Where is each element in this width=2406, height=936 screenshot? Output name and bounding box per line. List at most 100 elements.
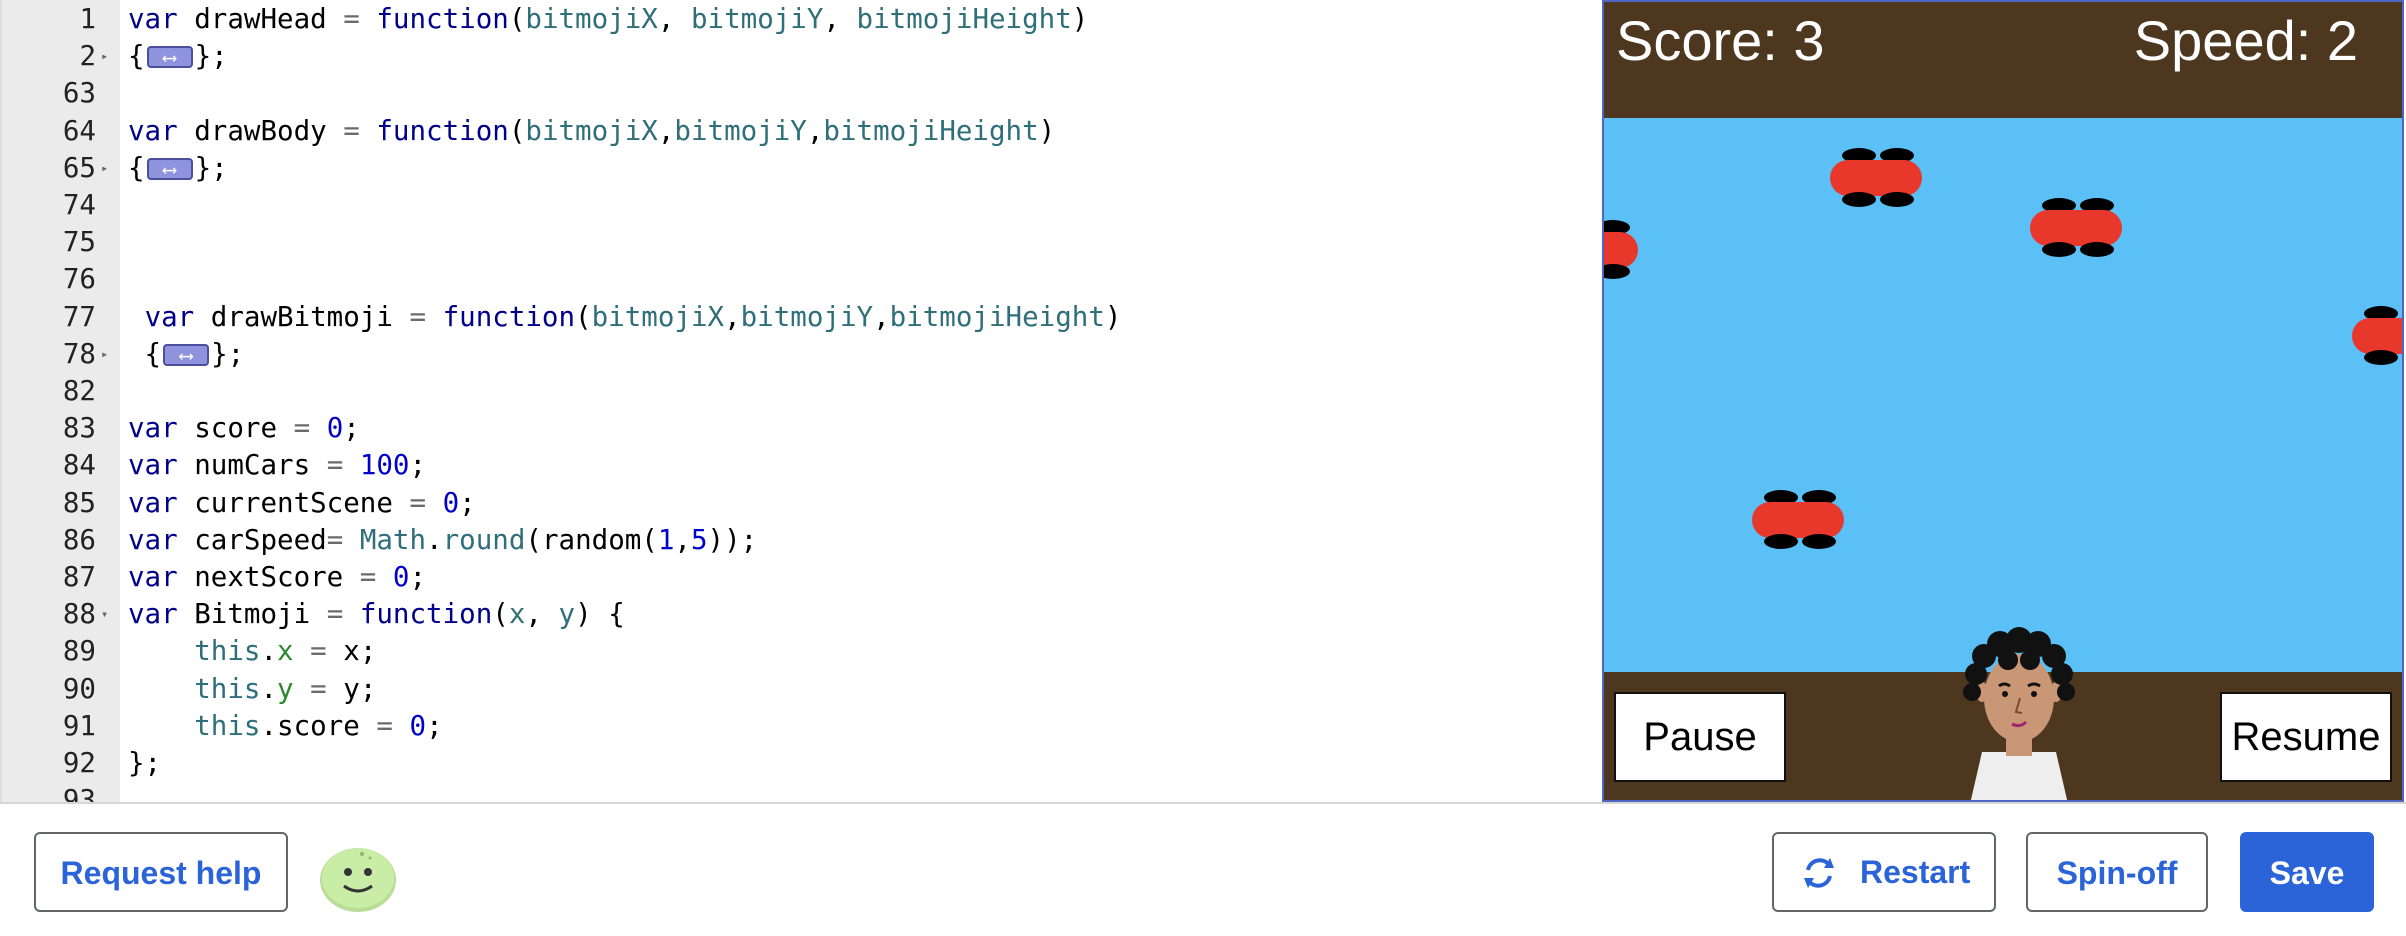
code-line[interactable]: 92}; (0, 745, 1602, 782)
code-line[interactable]: 74 (0, 187, 1602, 224)
pause-button[interactable]: Pause (1614, 692, 1786, 782)
code-token: = (359, 561, 377, 593)
code-token: var (128, 561, 178, 593)
line-number: 76 (62, 263, 96, 296)
fold-arrow-icon[interactable]: ▸ (101, 38, 108, 75)
code-token: . (260, 672, 278, 705)
code-token: }; (211, 337, 245, 370)
code-line[interactable]: 2▸ {}; (0, 38, 1602, 76)
code-line[interactable]: 82 (0, 373, 1602, 410)
code-text[interactable]: var carSpeed= Math.round(random(1,5)); (128, 522, 757, 559)
code-line[interactable]: 77 var drawBitmoji = function(bitmojiX,b… (0, 299, 1602, 336)
code-line[interactable]: 91 this.score = 0; (0, 708, 1602, 745)
restart-button[interactable]: Restart (1772, 832, 1996, 912)
line-number: 89 (62, 635, 96, 668)
code-line[interactable]: 93 (0, 782, 1602, 802)
code-token: { (128, 151, 145, 184)
code-token: = (409, 486, 427, 519)
code-text[interactable]: this.score = 0; (128, 708, 442, 745)
code-token: x; (326, 635, 377, 668)
code-line[interactable]: 89 this.x = x; (0, 633, 1602, 670)
code-text[interactable]: {}; (128, 336, 245, 374)
avatar-icon (320, 848, 396, 912)
spin-off-button[interactable]: Spin-off (2026, 832, 2208, 912)
code-text[interactable]: var currentScene = 0; (128, 485, 476, 522)
fold-widget-icon[interactable] (163, 337, 210, 374)
code-text[interactable]: var Bitmoji = function(x, y) { (128, 596, 625, 633)
save-button[interactable]: Save (2240, 832, 2374, 912)
code-line[interactable]: 86 var carSpeed= Math.round(random(1,5)); (0, 522, 1602, 559)
code-token: var (128, 449, 178, 482)
game-canvas[interactable]: Score: 3 Speed: 2 Pause Resume (1602, 0, 2404, 802)
code-token: = (409, 300, 427, 333)
restart-icon (1804, 858, 1834, 888)
code-line[interactable]: 90 this.y = y; (0, 671, 1602, 708)
request-help-button[interactable]: Request help (34, 832, 288, 912)
resume-button[interactable]: Resume (2220, 692, 2392, 782)
line-number: 1 (79, 3, 96, 35)
code-text[interactable]: this.y = y; (128, 671, 376, 708)
code-token: = (343, 3, 360, 35)
code-line[interactable]: 63 (0, 75, 1602, 112)
code-token: ) (1038, 114, 1056, 147)
line-number: 86 (62, 523, 96, 556)
code-token: , (674, 523, 691, 556)
code-text[interactable]: var drawHead = function(bitmojiX, bitmoj… (128, 1, 1088, 38)
code-token: var (128, 412, 178, 445)
line-number: 63 (62, 77, 96, 110)
code-text[interactable]: var score = 0; (128, 410, 360, 447)
line-number: 85 (62, 486, 96, 519)
code-token: this (194, 672, 261, 705)
fold-arrow-icon[interactable]: ▾ (101, 596, 108, 633)
bitmoji-character (1963, 627, 2075, 800)
code-line[interactable]: 75 (0, 224, 1602, 261)
code-line[interactable]: 87 var nextScore = 0; (0, 559, 1602, 596)
code-line[interactable]: 85 var currentScene = 0; (0, 485, 1602, 522)
fold-arrow-icon[interactable]: ▸ (101, 150, 108, 187)
code-token: drawHead (177, 3, 344, 35)
code-text[interactable]: var drawBitmoji = function(bitmojiX,bitm… (128, 299, 1122, 336)
code-text[interactable]: this.x = x; (128, 633, 376, 670)
fold-arrow-icon[interactable]: ▸ (101, 336, 108, 373)
code-text[interactable]: {}; (128, 38, 228, 76)
code-text[interactable]: }; (128, 745, 161, 782)
car-icon (1752, 490, 1844, 550)
code-text[interactable]: var nextScore = 0; (128, 559, 426, 596)
code-text[interactable]: {}; (128, 150, 228, 188)
code-text[interactable]: var drawBody = function(bitmojiX,bitmoji… (128, 113, 1055, 150)
code-line[interactable]: 65▸ {}; (0, 150, 1602, 188)
code-token: ( (492, 598, 509, 631)
line-number: 64 (62, 114, 96, 147)
line-number: 78 (62, 337, 96, 370)
fold-widget-icon[interactable] (146, 39, 193, 76)
code-token: = (310, 635, 327, 668)
code-editor[interactable]: 1 var drawHead = function(bitmojiX, bitmo… (0, 0, 1602, 802)
line-number: 74 (62, 189, 96, 221)
code-line[interactable]: 1 var drawHead = function(bitmojiX, bitmo… (0, 1, 1602, 38)
code-token: ) (1104, 300, 1122, 333)
code-token: function (442, 300, 576, 333)
code-line[interactable]: 84 var numCars = 100; (0, 447, 1602, 484)
code-token: 0 (442, 486, 460, 519)
fold-widget-icon[interactable] (146, 151, 193, 188)
code-token: { (128, 40, 145, 73)
code-token: .score (260, 709, 377, 742)
code-line[interactable]: 76 (0, 261, 1602, 298)
code-line[interactable]: 78▸ {}; (0, 336, 1602, 374)
code-token: = (326, 449, 344, 482)
code-text[interactable]: var numCars = 100; (128, 447, 426, 484)
line-number: 90 (62, 672, 96, 705)
code-token: this (194, 635, 261, 668)
code-token: )); (707, 523, 758, 556)
code-token: , (657, 114, 675, 147)
code-token: ; (409, 561, 427, 593)
code-line[interactable]: 88 ▾ var Bitmoji = function(x, y) { (0, 596, 1602, 633)
code-line[interactable]: 64 var drawBody = function(bitmojiX,bitmo… (0, 113, 1602, 150)
code-line[interactable]: 83 var score = 0; (0, 410, 1602, 447)
